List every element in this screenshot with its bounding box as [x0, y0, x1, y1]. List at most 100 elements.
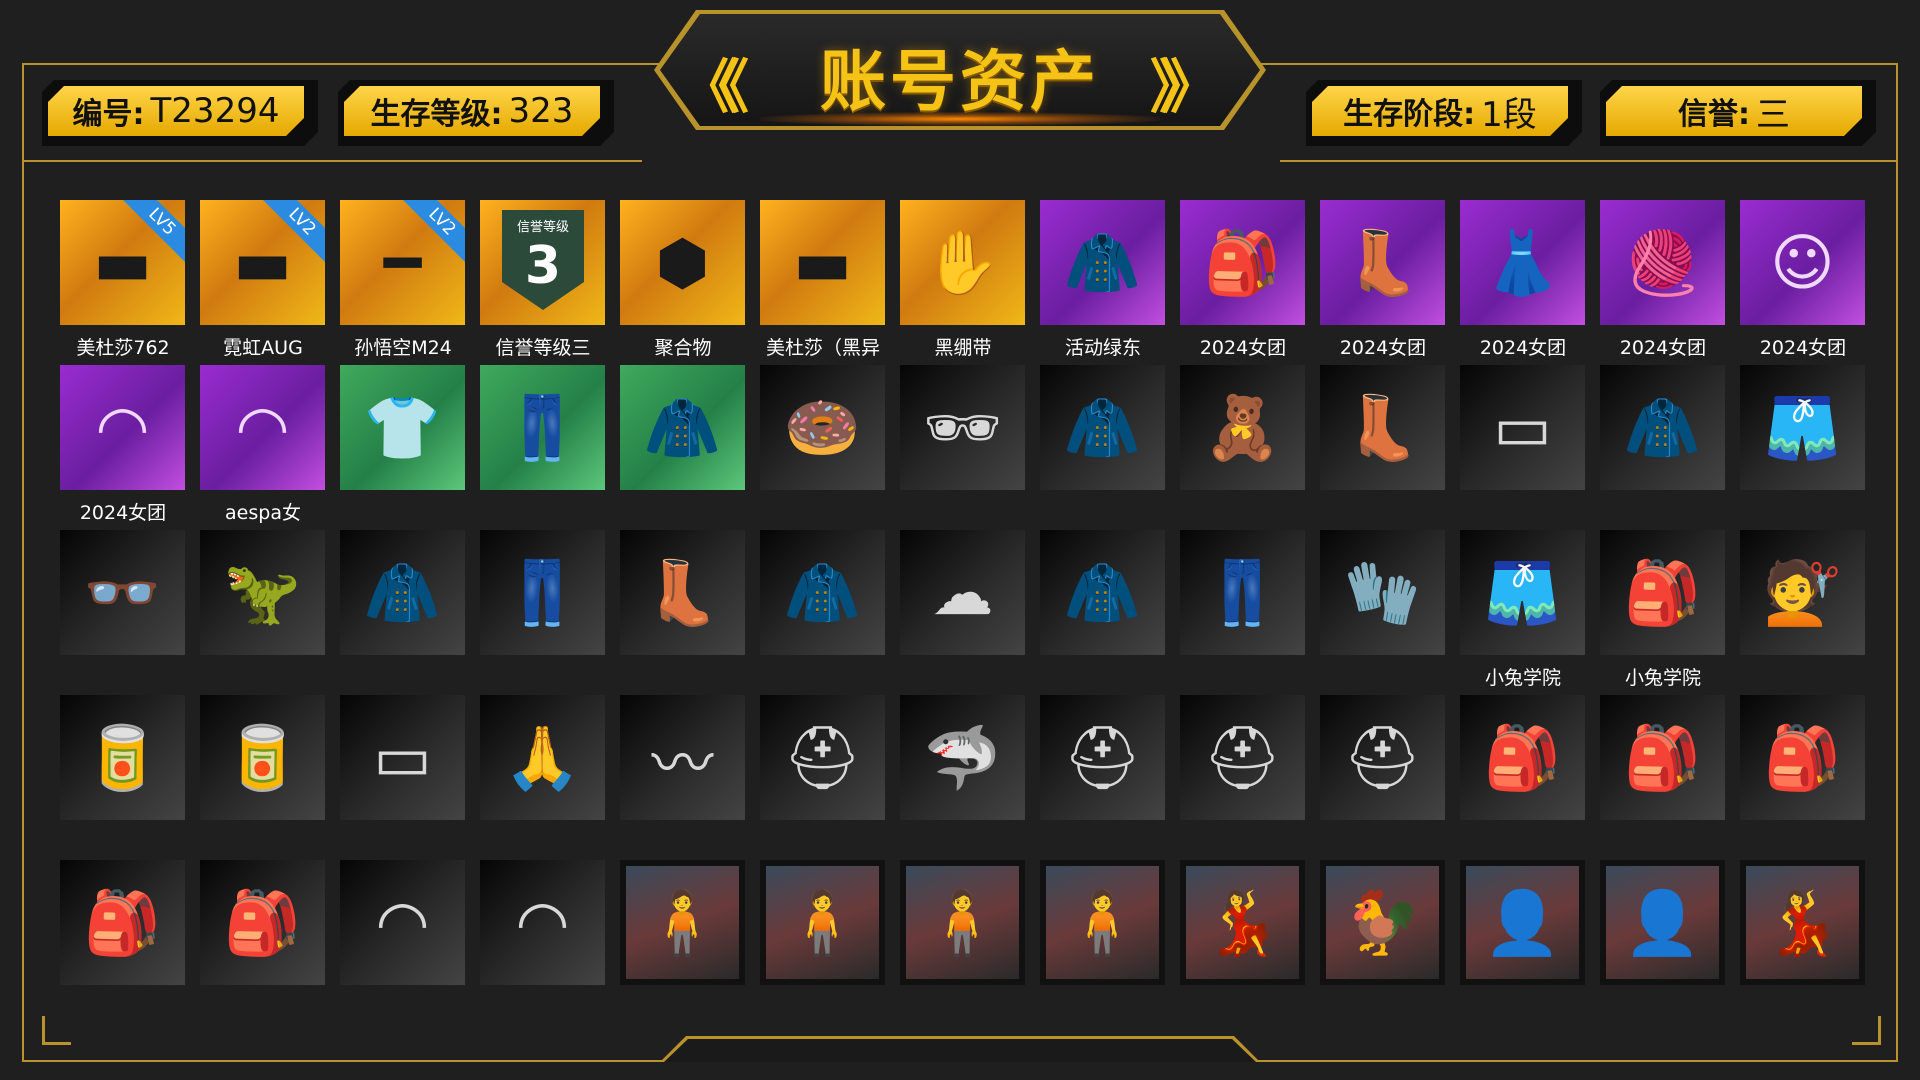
item-tile[interactable]: 🧥 — [1040, 530, 1165, 655]
badge-label: 生存阶段: — [1343, 97, 1476, 132]
item-tile[interactable]: 🧶 — [1600, 200, 1725, 325]
item-tile[interactable]: ⬢ — [620, 200, 745, 325]
character-outfit-icon: 🧍 — [1063, 885, 1142, 959]
item-tile[interactable]: 🎒 — [1600, 695, 1725, 820]
item-tile[interactable]: 🕶 — [900, 365, 1025, 490]
item-tile[interactable]: 🧍 — [900, 860, 1025, 985]
helmet-icon: ⛑ — [1203, 720, 1282, 794]
item-tile[interactable]: 🧥 — [1600, 365, 1725, 490]
item-tile[interactable]: 🧥 — [620, 365, 745, 490]
item-tile[interactable]: ☁ — [900, 530, 1025, 655]
item-tile[interactable]: ◠ — [60, 365, 185, 490]
badge-value: 1段 — [1481, 94, 1537, 135]
item-tile[interactable]: 🎒 — [1600, 530, 1725, 655]
backpack-icon: 🎒 — [1483, 720, 1562, 794]
item-tile[interactable]: 🎒 — [1180, 200, 1305, 325]
helmet-icon: ⛑ — [1063, 720, 1142, 794]
item-tile[interactable]: 👢 — [620, 530, 745, 655]
page-title: 账号资产 — [820, 43, 1100, 120]
rank-title: 信誉等级 — [516, 220, 569, 235]
parachute-icon: ◠ — [515, 886, 570, 959]
item-tile[interactable]: 🧥 — [1040, 365, 1165, 490]
item-tile[interactable]: 👕 — [340, 365, 465, 490]
item-caption: 小兔学院 — [1484, 667, 1561, 689]
item-tile[interactable]: ▭ — [340, 695, 465, 820]
item-tile[interactable]: 🎒 — [60, 860, 185, 985]
item-tile[interactable]: 🦈 — [900, 695, 1025, 820]
item-tile[interactable]: 💃 — [1740, 860, 1865, 985]
item-tile[interactable]: 🧥 — [760, 530, 885, 655]
item-tile[interactable]: 👖 — [480, 530, 605, 655]
cheerleader-icon: 💃 — [1203, 885, 1282, 959]
item-caption: 活动绿东 — [1064, 337, 1141, 359]
item-tile[interactable]: 🩳 — [1460, 530, 1585, 655]
item-caption: 2024女团 — [1759, 337, 1847, 359]
hoodie-icon: 🧥 — [1623, 390, 1702, 464]
item-tile[interactable]: 🩳 — [1740, 365, 1865, 490]
character-outfit-icon: 🧍 — [923, 885, 1002, 959]
item-tile[interactable]: 🧍 — [760, 860, 885, 985]
item-tile[interactable]: 🦖 — [200, 530, 325, 655]
item-tile[interactable]: ▭ — [1460, 365, 1585, 490]
item-tile[interactable]: 〰 — [620, 695, 745, 820]
item-tile[interactable]: ▬ LV5 — [60, 200, 185, 325]
item-tile[interactable]: ◠ — [340, 860, 465, 985]
item-tile[interactable]: 👢 — [1320, 365, 1445, 490]
item-tile[interactable]: 💃 — [1180, 860, 1305, 985]
item-tile[interactable]: ◠ — [200, 365, 325, 490]
item-tile[interactable]: ▬ LV2 — [200, 200, 325, 325]
item-tile[interactable]: 🙏 — [480, 695, 605, 820]
item-tile[interactable]: ⛑ — [1320, 695, 1445, 820]
item-tile[interactable]: 👓 — [60, 530, 185, 655]
item-tile[interactable]: 🧍 — [1040, 860, 1165, 985]
heartbeat-icon: 〰 — [651, 726, 714, 800]
badge-value: 三 — [1756, 94, 1790, 135]
item-tile[interactable]: 👗 — [1460, 200, 1585, 325]
bear-hat-icon: ☁ — [931, 556, 994, 629]
backpack-icon: 🎒 — [1763, 720, 1842, 794]
item-caption: 2024女团 — [79, 502, 167, 524]
item-tile[interactable]: 🎒 — [200, 860, 325, 985]
rooster-mascot-icon: 🐓 — [1343, 885, 1422, 959]
boots-icon: 👢 — [1343, 390, 1422, 464]
item-tile[interactable]: 👤 — [1460, 860, 1585, 985]
item-tile[interactable]: ⛑ — [1040, 695, 1165, 820]
item-tile[interactable]: 👢 — [1320, 200, 1445, 325]
item-tile[interactable]: 🧍 — [620, 860, 745, 985]
item-tile[interactable]: 🧸 — [1180, 365, 1305, 490]
item-tile[interactable]: 👖 — [480, 365, 605, 490]
item-tile[interactable]: 🧤 — [1320, 530, 1445, 655]
item-tile[interactable]: 信誉等级 3 — [480, 200, 605, 325]
item-tile[interactable]: 🧥 — [1040, 200, 1165, 325]
cheerleader-icon: 💃 — [1763, 885, 1842, 959]
item-tile[interactable]: 🥫 — [60, 695, 185, 820]
character-face-icon: ☺ — [1770, 226, 1835, 299]
item-tile[interactable]: 🎒 — [1460, 695, 1585, 820]
item-tile[interactable]: ◠ — [480, 860, 605, 985]
item-caption: 2024女团 — [1199, 337, 1287, 359]
frame-header-bottom-left — [22, 160, 642, 162]
item-tile[interactable]: 🎒 — [1740, 695, 1865, 820]
item-tile[interactable]: 🧥 — [340, 530, 465, 655]
leggings-boots-icon: 👢 — [643, 555, 722, 629]
item-tile[interactable]: ▬ — [760, 200, 885, 325]
item-tile[interactable]: ⛑ — [760, 695, 885, 820]
item-tile[interactable]: ☺ — [1740, 200, 1865, 325]
chevron-left-icon: 《《 — [680, 53, 749, 121]
item-tile[interactable]: 🥫 — [200, 695, 325, 820]
item-caption: 2024女团 — [1619, 337, 1707, 359]
item-tile[interactable]: ✋ — [900, 200, 1025, 325]
item-tile[interactable]: ⛑ — [1180, 695, 1305, 820]
donut-mask-icon: 🍩 — [783, 390, 862, 464]
helmet-icon: ⛑ — [783, 720, 862, 794]
item-tile[interactable]: 🐓 — [1320, 860, 1445, 985]
skirt-icon: ▭ — [1493, 391, 1552, 464]
item-tile[interactable]: ━ LV2 — [340, 200, 465, 325]
item-tile[interactable]: 🍩 — [760, 365, 885, 490]
bottom-tab-inner — [664, 1039, 1256, 1062]
item-tile[interactable]: 👤 — [1600, 860, 1725, 985]
backpack-icon: 🎒 — [83, 885, 162, 959]
item-tile[interactable]: 👖 — [1180, 530, 1305, 655]
backpack-icon: 🎒 — [1623, 555, 1702, 629]
item-tile[interactable]: 💇 — [1740, 530, 1865, 655]
